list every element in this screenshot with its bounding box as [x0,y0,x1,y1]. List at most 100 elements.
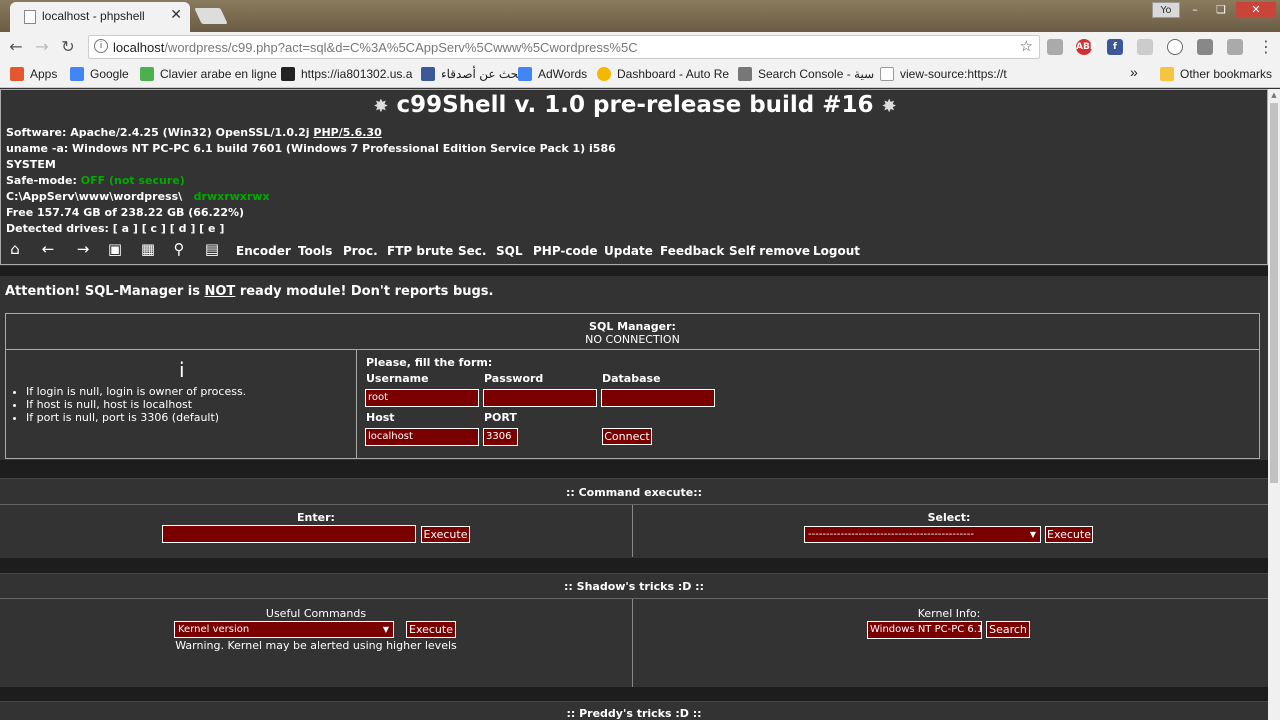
close-tab-icon[interactable]: ✕ [170,7,182,23]
host-field[interactable]: localhost [365,428,479,446]
kernel-info-field[interactable]: Windows NT PC-PC 6.1 build [867,621,982,639]
execute-select-button[interactable]: Execute [1045,526,1093,543]
menu-php-code[interactable]: PHP-code [533,244,598,258]
page-icon [24,10,36,24]
sql-manager-title: SQL Manager: [589,320,676,333]
separator [0,558,1268,573]
separator [0,460,1268,478]
bookmark-apps[interactable]: Apps [10,67,57,81]
bookmarks-bar: Apps Google Clavier arabe en ligne https… [0,62,1280,88]
menu-feedback[interactable]: Feedback [660,244,724,258]
new-tab-button[interactable] [194,8,228,24]
more-bookmarks-button[interactable]: » [1130,64,1138,80]
password-field[interactable] [483,389,597,407]
forward-arrow-icon[interactable]: → [30,36,54,58]
list-item: If host is null, host is localhost [26,398,246,411]
execute-useful-button[interactable]: Execute [406,621,456,638]
refresh-icon[interactable]: ▦ [139,240,157,258]
menu-update[interactable]: Update [604,244,653,258]
path-info: C:\AppServ\www\wordpress\ drwxrwxrwx [6,190,270,203]
bookmark-archive[interactable]: https://ia801302.us.a [281,67,412,81]
port-label: PORT [484,411,517,424]
form-title: Please, fill the form: [366,356,493,369]
reload-icon[interactable]: ↻ [56,36,80,58]
database-field[interactable] [601,389,715,407]
preddy-tricks-title: :: Preddy's tricks :D :: [566,707,702,720]
command-select[interactable]: ----------------------------------------… [804,526,1041,543]
maximize-icon[interactable]: ❏ [1208,2,1234,18]
search-console-icon [738,67,752,81]
port-field[interactable]: 3306 [483,428,518,446]
bookmark-adwords[interactable]: AdWords [518,67,587,81]
folder-up-icon[interactable]: ▣ [106,240,124,258]
adblock-icon[interactable]: ABP [1076,39,1096,55]
bookmark-google[interactable]: Google [70,67,129,81]
adwords-icon [518,67,532,81]
back-icon[interactable]: ← [39,240,57,258]
forward-icon[interactable]: → [74,240,92,258]
useful-commands-select[interactable]: Kernel version ▼ [174,621,394,638]
close-window-icon[interactable]: ✕ [1236,2,1276,18]
minimize-icon[interactable]: – [1182,2,1208,18]
facebook-icon[interactable]: f [1107,39,1123,55]
php-version-link[interactable]: PHP/5.6.30 [313,126,381,139]
tab-title: localhost - phpshell [42,9,145,23]
page-content: ✸ c99Shell v. 1.0 pre-release build #16 … [0,89,1268,720]
enter-label: Enter: [297,511,335,524]
search-icon[interactable]: ⚲ [170,240,188,258]
profile-button[interactable]: Yo [1152,2,1180,18]
command-execute-section: :: Command execute:: Enter: Execute Sele… [0,478,1268,558]
extension-icon[interactable] [1197,39,1213,55]
separator [0,266,1268,276]
other-bookmarks[interactable]: Other bookmarks [1160,67,1272,81]
menu-sec[interactable]: Sec. [458,244,486,258]
apps-grid-icon [10,67,24,81]
folder-icon [1160,67,1174,81]
search-button[interactable]: Search [986,621,1030,638]
menu-logout[interactable]: Logout [813,244,860,258]
connect-button[interactable]: Connect [602,428,652,445]
bookmark-view-source[interactable]: view-source:https://t [880,67,1007,81]
browser-tab-bar: localhost - phpshell ✕ Yo – ❏ ✕ [0,0,1280,32]
block-icon[interactable] [1167,39,1183,55]
scroll-up-icon[interactable]: ▲ [1270,91,1278,99]
menu-proc[interactable]: Proc. [343,244,378,258]
menu-tools[interactable]: Tools [298,244,332,258]
home-icon[interactable]: ⌂ [6,240,24,258]
buffer-icon[interactable]: ▤ [203,240,221,258]
chevron-down-icon: ▼ [382,625,389,634]
username-field[interactable]: root [365,389,479,407]
back-arrow-icon[interactable]: ← [4,36,28,58]
menu-encoder[interactable]: Encoder [236,244,291,258]
bookmark-clavier[interactable]: Clavier arabe en ligne [140,67,277,81]
select-label: Select: [927,511,971,524]
command-input[interactable] [162,525,416,543]
page-scrollbar[interactable]: ▲ [1268,89,1280,720]
bookmark-search-console[interactable]: Search Console - سية [738,67,874,81]
divider [0,598,1268,599]
execute-button[interactable]: Execute [421,526,470,543]
separator [0,687,1268,701]
menu-sql[interactable]: SQL [496,244,523,258]
url-text[interactable]: localhost/wordpress/c99.php?act=sql&d=C%… [113,40,638,55]
scrollbar-thumb[interactable] [1270,103,1278,483]
extension-icon[interactable] [1227,39,1243,55]
browser-toolbar: ← → ↻ i localhost/wordpress/c99.php?act=… [0,32,1280,62]
info-icon: i [179,358,185,382]
extension-icon[interactable] [1047,39,1063,55]
extension-icon[interactable] [1137,39,1153,55]
menu-self-remove[interactable]: Self remove [729,244,810,258]
menu-ftp-brute[interactable]: FTP brute [387,244,453,258]
password-label: Password [484,372,544,385]
list-item: If port is null, port is 3306 (default) [26,411,246,424]
info-icon[interactable]: i [94,39,108,53]
address-bar[interactable]: i localhost/wordpress/c99.php?act=sql&d=… [88,35,1040,59]
detected-drives[interactable]: Detected drives: [ a ] [ c ] [ d ] [ e ] [6,222,224,235]
browser-tab[interactable]: localhost - phpshell ✕ [10,2,190,32]
useful-commands-label: Useful Commands [265,607,367,620]
list-item: If login is null, login is owner of proc… [26,385,246,398]
bookmark-dashboard[interactable]: Dashboard - Auto Re [597,67,729,81]
bookmark-star-icon[interactable]: ☆ [1020,37,1033,55]
chrome-menu-icon[interactable]: ⋮ [1254,36,1278,58]
bookmark-friends[interactable]: بحث عن أصدقاء [421,67,522,81]
